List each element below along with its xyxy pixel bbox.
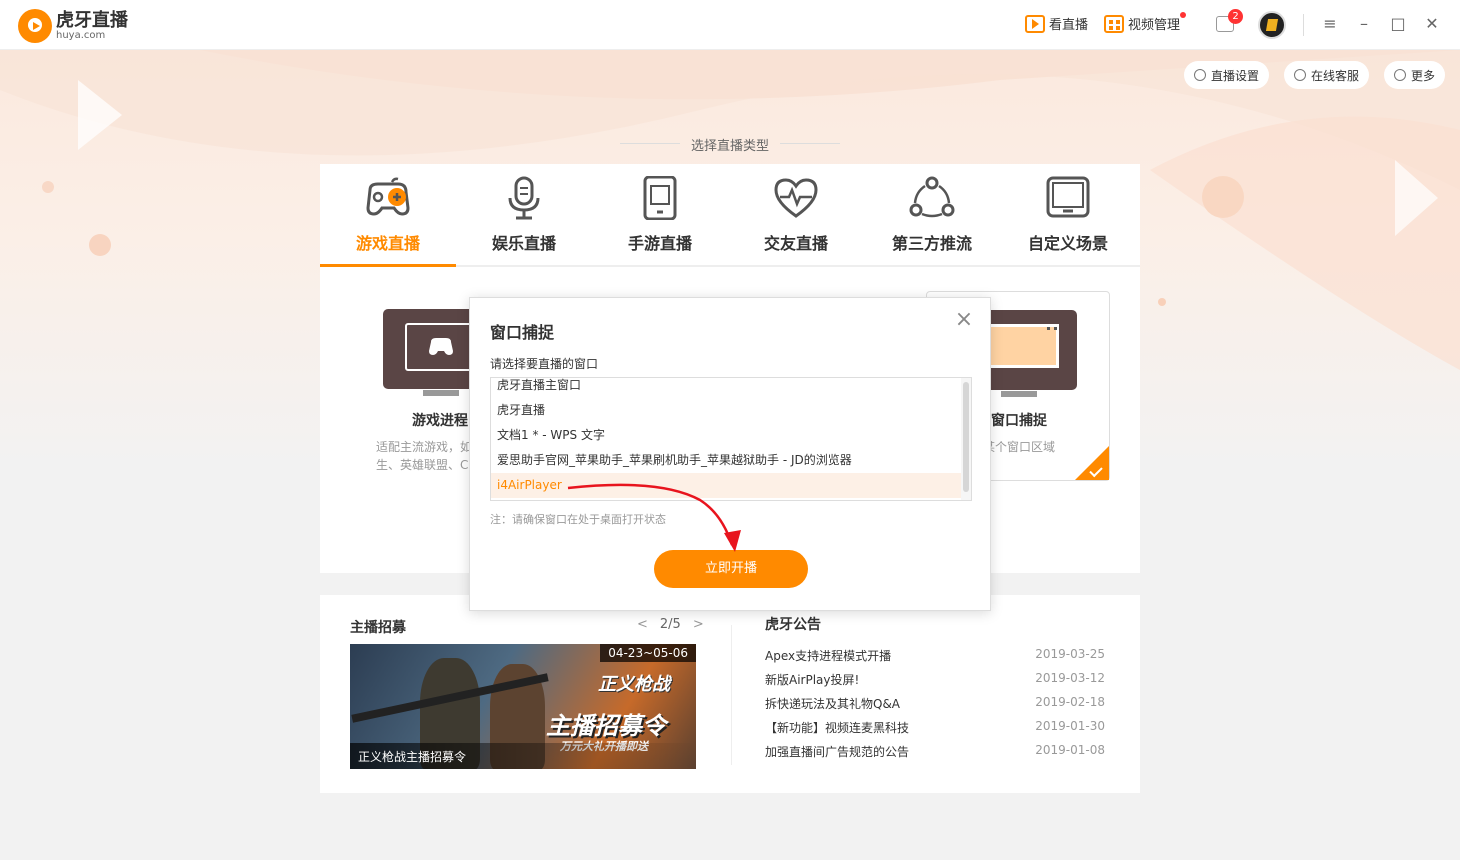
banner-title: 主播招募令 (546, 712, 666, 740)
announcement-item[interactable]: 【新功能】视频连麦黑科技 2019-01-30 (765, 719, 1105, 743)
window-list: 虎牙直播主窗口 虎牙直播 文档1 * - WPS 文字 爱思助手官网_苹果助手_… (490, 377, 972, 501)
live-type-heading: 选择直播类型 (620, 135, 840, 154)
chevron-right-icon[interactable]: > (681, 617, 716, 632)
chevron-left-icon[interactable]: < (625, 617, 660, 632)
tab-custom-scene[interactable]: 自定义场景 (1000, 164, 1136, 267)
online-support-button[interactable]: 在线客服 (1284, 61, 1370, 89)
heart-pulse-icon (774, 178, 818, 218)
headset-icon (1294, 69, 1306, 81)
banner-caption: 正义枪战主播招募令 (350, 743, 696, 769)
announcement-date: 2019-03-25 (1035, 647, 1105, 661)
live-type-tabs: 游戏直播 娱乐直播 手游直播 交友直播 第三方推流 自定义场景 (320, 164, 1140, 267)
more-dots-icon (1394, 69, 1406, 81)
share-nodes-icon (909, 176, 955, 218)
user-avatar[interactable] (1258, 11, 1286, 39)
announcement-date: 2019-01-30 (1035, 719, 1105, 733)
huya-live-app: 虎牙直播 huya.com 看直播 视频管理 2 ≡ – □ ✕ 直播设置 在线… (0, 0, 1460, 860)
video-manage-button[interactable]: 视频管理 (1104, 12, 1186, 33)
tab-entertainment-live[interactable]: 娱乐直播 (456, 164, 592, 267)
monitor-stand (1001, 391, 1037, 397)
tab-label: 娱乐直播 (491, 234, 556, 253)
list-scrollbar[interactable] (961, 378, 971, 500)
recruit-title: 主播招募 (350, 620, 406, 636)
tablet-icon (643, 176, 677, 220)
huya-logo: 虎牙直播 huya.com (18, 9, 128, 43)
announcement-text: 【新功能】视频连麦黑科技 (765, 721, 910, 735)
live-settings-button[interactable]: 直播设置 (1184, 61, 1270, 89)
title-bar: 虎牙直播 huya.com 看直播 视频管理 2 ≡ – □ ✕ (0, 0, 1460, 50)
menu-icon[interactable]: ≡ (1321, 15, 1339, 33)
online-support-label: 在线客服 (1311, 68, 1360, 83)
tab-social-live[interactable]: 交友直播 (728, 164, 864, 267)
banner-pager: < 2/5 > (625, 617, 716, 632)
banner-game-logo: 正义枪战 (598, 674, 670, 695)
window-list-item[interactable]: 虎牙直播主窗口 (491, 378, 961, 398)
divider (1303, 14, 1304, 36)
window-capture-dialog: 窗口捕捉 × 请选择要直播的窗口 虎牙直播主窗口 虎牙直播 文档1 * - WP… (469, 297, 991, 611)
gamepad-icon (429, 338, 453, 355)
recruit-banner[interactable]: 04-23~05-06 正义枪战 主播招募令 万元大礼开播即送 正义枪战主播招募… (350, 644, 696, 769)
announcement-date: 2019-01-08 (1035, 743, 1105, 757)
video-grid-icon (1104, 14, 1124, 33)
announcement-item[interactable]: 新版AirPlay投屏! 2019-03-12 (765, 671, 1105, 695)
microphone-icon (508, 176, 540, 220)
tab-label: 游戏直播 (355, 234, 420, 253)
window-list-item-selected[interactable]: i4AirPlayer (491, 473, 961, 498)
announcement-item[interactable]: 拆快递玩法及其礼物Q&A 2019-02-18 (765, 695, 1105, 719)
announcement-text: 拆快递玩法及其礼物Q&A (765, 697, 901, 711)
play-icon (1025, 14, 1045, 33)
live-settings-label: 直播设置 (1211, 68, 1260, 83)
scrollbar-thumb[interactable] (963, 382, 969, 492)
close-icon[interactable]: × (954, 309, 974, 331)
announcement-item[interactable]: 加强直播间广告规范的公告 2019-01-08 (765, 743, 1105, 767)
close-icon[interactable]: ✕ (1423, 15, 1441, 33)
watch-live-button[interactable]: 看直播 (1025, 14, 1088, 33)
announcement-date: 2019-03-12 (1035, 671, 1105, 685)
banner-caption-text: 正义枪战主播招募令 (358, 750, 467, 764)
logo-text: 虎牙直播 (56, 9, 128, 31)
video-manage-label: 视频管理 (1128, 18, 1181, 33)
window-list-item[interactable]: 文档1 * - WPS 文字 (491, 423, 961, 448)
minimize-icon[interactable]: – (1355, 15, 1373, 33)
announcement-text: 加强直播间广告规范的公告 (765, 745, 910, 759)
notification-dot (1180, 12, 1186, 18)
window-list-item[interactable]: 爱思助手官网_苹果助手_苹果刷机助手_苹果越狱助手 - JD的浏览器 (491, 448, 961, 473)
window-list-item[interactable]: 虎牙直播 (491, 398, 961, 423)
logo-domain: huya.com (56, 29, 106, 41)
maximize-icon[interactable]: □ (1389, 15, 1407, 33)
gamepad-icon (366, 177, 410, 216)
divider (731, 625, 732, 765)
monitor-stand (423, 390, 459, 396)
start-live-button[interactable]: 立即开播 (654, 550, 808, 588)
announcement-text: 新版AirPlay投屏! (765, 673, 860, 687)
tab-label: 自定义场景 (1027, 234, 1108, 253)
tab-label: 第三方推流 (891, 234, 972, 253)
watch-live-label: 看直播 (1049, 18, 1089, 33)
announcement-item[interactable]: Apex支持进程模式开播 2019-03-25 (765, 647, 1105, 671)
tab-label: 交友直播 (763, 234, 828, 253)
tab-third-party-stream[interactable]: 第三方推流 (864, 164, 1000, 267)
huya-logo-icon (18, 9, 52, 43)
dialog-prompt: 请选择要直播的窗口 (490, 357, 599, 371)
announcement-text: Apex支持进程模式开播 (765, 649, 892, 663)
more-button[interactable]: 更多 (1384, 61, 1446, 89)
banner-date: 04-23~05-06 (600, 644, 696, 662)
more-label: 更多 (1411, 68, 1436, 83)
gear-icon (1194, 69, 1206, 81)
message-count-badge: 2 (1228, 9, 1243, 24)
dialog-title: 窗口捕捉 (490, 323, 555, 342)
tab-mobile-game-live[interactable]: 手游直播 (592, 164, 728, 267)
pager-text: 2/5 (659, 617, 681, 632)
announcement-date: 2019-02-18 (1035, 695, 1105, 709)
announcements-title: 虎牙公告 (765, 617, 821, 633)
tab-game-live[interactable]: 游戏直播 (320, 164, 456, 267)
monitor-icon (1046, 176, 1090, 218)
dialog-note: 注：请确保窗口在处于桌面打开状态 (490, 513, 666, 526)
bottom-panel: 主播招募 < 2/5 > 04-23~05-06 正义枪战 主播招募令 万元大礼… (320, 595, 1140, 793)
tab-label: 手游直播 (627, 234, 692, 253)
